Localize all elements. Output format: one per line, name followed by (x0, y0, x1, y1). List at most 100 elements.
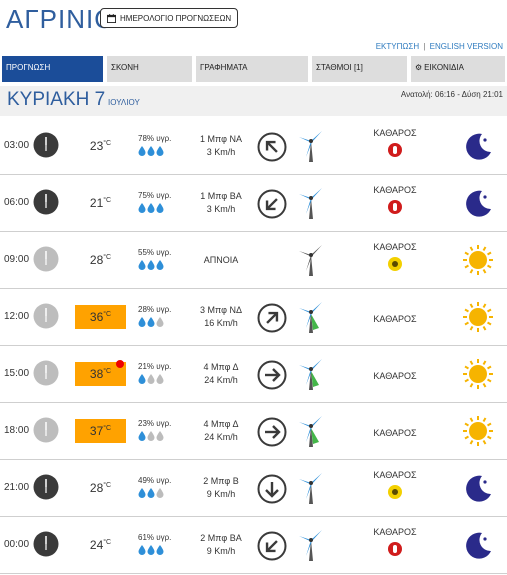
wind-beaufort: 2 Μπφ ΒΑ (200, 533, 242, 543)
tab-forecast[interactable]: ΠΡΟΓΝΩΣΗ (2, 56, 103, 82)
day-month: ΙΟΥΛΙΟΥ (108, 98, 140, 107)
sun-icon (462, 301, 494, 333)
humidity: 28% υγρ. (138, 305, 183, 329)
temperature-value: 21 (89, 196, 104, 210)
sky-condition: ΚΑΘΑΡΟΣ (350, 128, 440, 157)
wind-turbine-icon (297, 357, 325, 391)
forecast-row: 21:00 28°C 49% υγρ. 2 Μπφ Β 9 Km/h ΚΑΘΑΡ… (0, 460, 507, 517)
wind-beaufort: 4 Μπφ Δ (203, 419, 239, 429)
clock-icon (33, 474, 59, 500)
humidity-value: 49% υγρ. (138, 476, 172, 485)
humidity-drop-icon (138, 317, 146, 329)
temperature-unit: °C (103, 197, 112, 204)
sky-condition: ΚΑΘΑΡΟΣ (350, 242, 440, 271)
uv-warning-icon (388, 200, 402, 214)
moon-icon (462, 472, 494, 504)
humidity-value: 21% υγρ. (138, 362, 172, 371)
row-time: 12:00 (4, 311, 30, 322)
forecast-row: 00:00 24°C 61% υγρ. 2 Μπφ ΒΑ 9 Km/h ΚΑΘΑ… (0, 517, 507, 574)
row-time: 06:00 (4, 197, 30, 208)
humidity-drops (138, 317, 183, 329)
tab-icons[interactable]: ⚙ ΕΙΚΟΝΙΔΙΑ (411, 56, 505, 82)
humidity-drops (138, 146, 183, 158)
humidity: 61% υγρ. (138, 533, 183, 557)
humidity-drop-icon (156, 146, 164, 158)
humidity: 75% υγρ. (138, 191, 183, 215)
temperature: 37°C (75, 419, 126, 443)
temperature-value: 24 (89, 538, 104, 552)
row-time: 09:00 (4, 254, 30, 265)
sky-condition-label: ΚΑΘΑΡΟΣ (373, 470, 417, 480)
humidity-drop-icon (138, 488, 146, 500)
tab-graphs[interactable]: ΓΡΑΦΗΜΑΤΑ (196, 56, 308, 82)
humidity-drops (138, 488, 183, 500)
humidity-drop-icon (138, 431, 146, 443)
row-time: 00:00 (4, 539, 30, 550)
temperature-unit: °C (103, 368, 112, 375)
gear-icon: ⚙ (415, 63, 423, 72)
humidity-drop-icon (156, 317, 164, 329)
wind-speed: 9 Km/h (206, 489, 236, 499)
humidity-value: 78% υγρ. (138, 134, 172, 143)
english-version-link[interactable]: ENGLISH VERSION (430, 42, 503, 51)
temperature-value: 37 (89, 424, 104, 438)
temperature: 21°C (75, 191, 126, 215)
sky-condition-label: ΚΑΘΑΡΟΣ (373, 185, 417, 195)
humidity-drops (138, 260, 183, 272)
wind-beaufort: 1 Μπφ ΝΑ (200, 134, 242, 144)
row-time: 18:00 (4, 425, 30, 436)
wind: 2 Μπφ ΒΑ 9 Km/h (190, 532, 252, 558)
row-time: 15:00 (4, 368, 30, 379)
top-links: ΕΚΤΥΠΩΣΗ | ENGLISH VERSION (376, 42, 503, 51)
humidity: 55% υγρ. (138, 248, 183, 272)
tab-dust[interactable]: ΣΚΟΝΗ (107, 56, 192, 82)
uv-moderate-icon (388, 485, 402, 499)
humidity: 21% υγρ. (138, 362, 183, 386)
calendar-icon (107, 13, 116, 23)
wind-speed: 3 Km/h (206, 147, 236, 157)
clock-icon (33, 132, 59, 158)
temperature-value: 28 (89, 253, 104, 267)
wind-beaufort: 4 Μπφ Δ (203, 362, 239, 372)
sky-condition: ΚΑΘΑΡΟΣ (350, 185, 440, 214)
clock-icon (33, 303, 59, 329)
wind-speed: 9 Km/h (206, 546, 236, 556)
humidity: 49% υγρ. (138, 476, 183, 500)
moon-icon (462, 187, 494, 219)
temperature: 36°C (75, 305, 126, 329)
forecast-calendar-button[interactable]: ΗΜΕΡΟΛΟΓΙΟ ΠΡΟΓΝΩΣΕΩΝ (100, 8, 239, 28)
wind-speed: 24 Km/h (204, 432, 238, 442)
sun-icon (462, 244, 494, 276)
forecast-row: 03:00 23°C 78% υγρ. 1 Μπφ ΝΑ 3 Km/h ΚΑΘΑ… (0, 118, 507, 175)
wind-direction-icon (257, 360, 287, 390)
humidity-value: 28% υγρ. (138, 305, 172, 314)
humidity-drop-icon (156, 374, 164, 386)
moon-icon (462, 130, 494, 162)
clock-icon (33, 417, 59, 443)
temperature-unit: °C (103, 425, 112, 432)
humidity-drops (138, 431, 183, 443)
wind-direction-icon (257, 474, 287, 504)
temperature-unit: °C (103, 140, 112, 147)
moon-icon (462, 529, 494, 561)
wind: 1 Μπφ ΒΑ 3 Km/h (190, 190, 252, 216)
wind: 4 Μπφ Δ 24 Km/h (190, 418, 252, 444)
wind-turbine-icon (297, 186, 325, 220)
forecast-row: 06:00 21°C 75% υγρ. 1 Μπφ ΒΑ 3 Km/h ΚΑΘΑ… (0, 175, 507, 232)
wind: 1 Μπφ ΝΑ 3 Km/h (190, 133, 252, 159)
temperature-value: 38 (89, 367, 104, 381)
print-link[interactable]: ΕΚΤΥΠΩΣΗ (376, 42, 419, 51)
tab-stations[interactable]: ΣΤΑΘΜΟΙ [1] (312, 56, 407, 82)
wind-beaufort: 3 Μπφ ΝΔ (200, 305, 242, 315)
humidity-value: 55% υγρ. (138, 248, 172, 257)
clock-icon (33, 189, 59, 215)
temperature-value: 28 (89, 481, 104, 495)
temperature-unit: °C (103, 311, 112, 318)
humidity: 23% υγρ. (138, 419, 183, 443)
calendar-button-label: ΗΜΕΡΟΛΟΓΙΟ ΠΡΟΓΝΩΣΕΩΝ (120, 13, 232, 23)
temperature-unit: °C (103, 539, 112, 546)
wind-turbine-icon (297, 528, 325, 562)
wind-turbine-icon (297, 129, 325, 163)
wind: 2 Μπφ Β 9 Km/h (190, 475, 252, 501)
link-separator: | (423, 42, 426, 51)
